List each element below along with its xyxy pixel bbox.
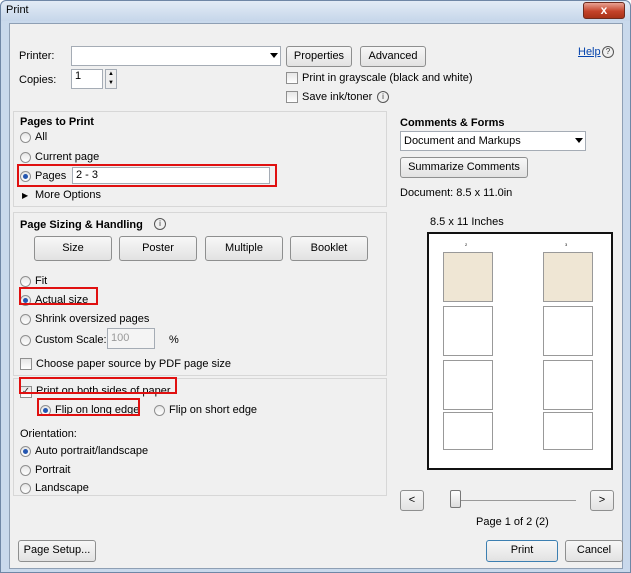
thumbnail — [443, 412, 493, 450]
paper-source-checkbox[interactable] — [20, 358, 32, 370]
highlight-flip-long — [37, 398, 140, 416]
save-ink-label: Save ink/toner — [302, 91, 373, 103]
copies-label: Copies: — [19, 74, 57, 86]
comments-select-value: Document and Markups — [404, 135, 521, 147]
fit-label: Fit — [35, 275, 48, 287]
poster-tab[interactable]: Poster — [119, 236, 197, 261]
auto-orientation-label: Auto portrait/landscape — [35, 445, 149, 457]
print-preview: 2 3 — [427, 232, 613, 470]
pages-to-print-panel: Pages to Print All Current page Pages 2 … — [13, 111, 387, 207]
custom-scale-label: Custom Scale: — [35, 334, 107, 346]
shrink-label: Shrink oversized pages — [35, 313, 150, 325]
window-title: Print — [6, 4, 29, 16]
radio-shrink[interactable] — [20, 314, 31, 325]
radio-flip-short[interactable] — [154, 405, 165, 416]
chevron-down-icon — [575, 138, 583, 143]
prev-page-button[interactable]: < — [400, 490, 424, 511]
copies-field[interactable]: 1 — [71, 69, 103, 89]
cancel-button[interactable]: Cancel — [565, 540, 623, 562]
title-bar[interactable]: Print x — [1, 1, 630, 21]
portrait-label: Portrait — [35, 464, 71, 476]
highlight-pages — [17, 164, 277, 187]
highlight-actual-size — [19, 287, 98, 305]
copies-stepper[interactable]: ▲ ▼ — [105, 69, 117, 89]
page-number: 2 — [465, 242, 468, 247]
comments-forms-heading: Comments & Forms — [400, 117, 505, 129]
page-indicator: Page 1 of 2 (2) — [476, 516, 549, 528]
radio-portrait[interactable] — [20, 465, 31, 476]
thumbnail — [443, 306, 493, 356]
custom-scale-field[interactable]: 100 — [107, 328, 155, 349]
preview-page-left: 2 — [437, 242, 499, 460]
save-ink-checkbox[interactable] — [286, 91, 298, 103]
printer-select[interactable] — [71, 46, 281, 66]
help-icon[interactable]: ? — [602, 46, 614, 58]
close-button[interactable]: x — [583, 2, 625, 19]
stepper-down-icon[interactable]: ▼ — [106, 79, 116, 88]
radio-current-page[interactable] — [20, 152, 31, 163]
properties-button[interactable]: Properties — [286, 46, 352, 67]
thumbnail — [543, 360, 593, 410]
thumbnail — [543, 412, 593, 450]
next-page-button[interactable]: > — [590, 490, 614, 511]
radio-all-label: All — [35, 131, 48, 143]
thumbnail — [543, 252, 593, 302]
page-slider-thumb[interactable] — [450, 490, 461, 508]
landscape-label: Landscape — [35, 482, 89, 494]
highlight-both-sides — [19, 377, 177, 394]
paper-size-label: 8.5 x 11 Inches — [430, 216, 504, 228]
radio-custom-scale[interactable] — [20, 335, 31, 346]
radio-current-page-label: Current page — [35, 151, 100, 163]
paper-source-label: Choose paper source by PDF page size — [36, 358, 232, 370]
thumbnail — [443, 360, 493, 410]
info-icon[interactable]: i — [154, 218, 166, 230]
percent-label: % — [169, 334, 179, 346]
radio-landscape[interactable] — [20, 483, 31, 494]
page-setup-button[interactable]: Page Setup... — [18, 540, 96, 562]
size-tab[interactable]: Size — [34, 236, 112, 261]
orientation-label: Orientation: — [20, 428, 77, 440]
more-options-link[interactable]: More Options — [35, 189, 101, 201]
radio-auto-orientation[interactable] — [20, 446, 31, 457]
duplex-panel: ✓ Print on both sides of paper Flip on l… — [13, 378, 387, 496]
preview-page-right: 3 — [537, 242, 599, 460]
radio-fit[interactable] — [20, 276, 31, 287]
stepper-up-icon[interactable]: ▲ — [106, 70, 116, 79]
thumbnail — [543, 306, 593, 356]
flip-short-label: Flip on short edge — [169, 404, 258, 416]
page-sizing-heading: Page Sizing & Handling — [20, 219, 143, 231]
expand-arrow-icon[interactable]: ▶ — [22, 191, 28, 200]
comments-select[interactable]: Document and Markups — [400, 131, 586, 151]
pages-to-print-heading: Pages to Print — [20, 116, 94, 128]
info-icon[interactable]: i — [377, 91, 389, 103]
multiple-tab[interactable]: Multiple — [205, 236, 283, 261]
dialog-client: Printer: Properties Advanced Help ? Copi… — [9, 23, 623, 569]
printer-label: Printer: — [19, 50, 55, 62]
page-slider-track[interactable] — [456, 500, 576, 501]
grayscale-label: Print in grayscale (black and white) — [302, 72, 473, 84]
page-number: 3 — [565, 242, 568, 247]
help-link[interactable]: Help — [578, 46, 601, 58]
radio-all[interactable] — [20, 132, 31, 143]
chevron-down-icon — [270, 53, 278, 58]
thumbnail — [443, 252, 493, 302]
booklet-tab[interactable]: Booklet — [290, 236, 368, 261]
print-button[interactable]: Print — [486, 540, 558, 562]
print-dialog-window: Print x Printer: Properties Advanced Hel… — [0, 0, 631, 573]
document-size-label: Document: 8.5 x 11.0in — [400, 187, 513, 199]
advanced-button[interactable]: Advanced — [360, 46, 426, 67]
grayscale-checkbox[interactable] — [286, 72, 298, 84]
summarize-comments-button[interactable]: Summarize Comments — [400, 157, 528, 178]
